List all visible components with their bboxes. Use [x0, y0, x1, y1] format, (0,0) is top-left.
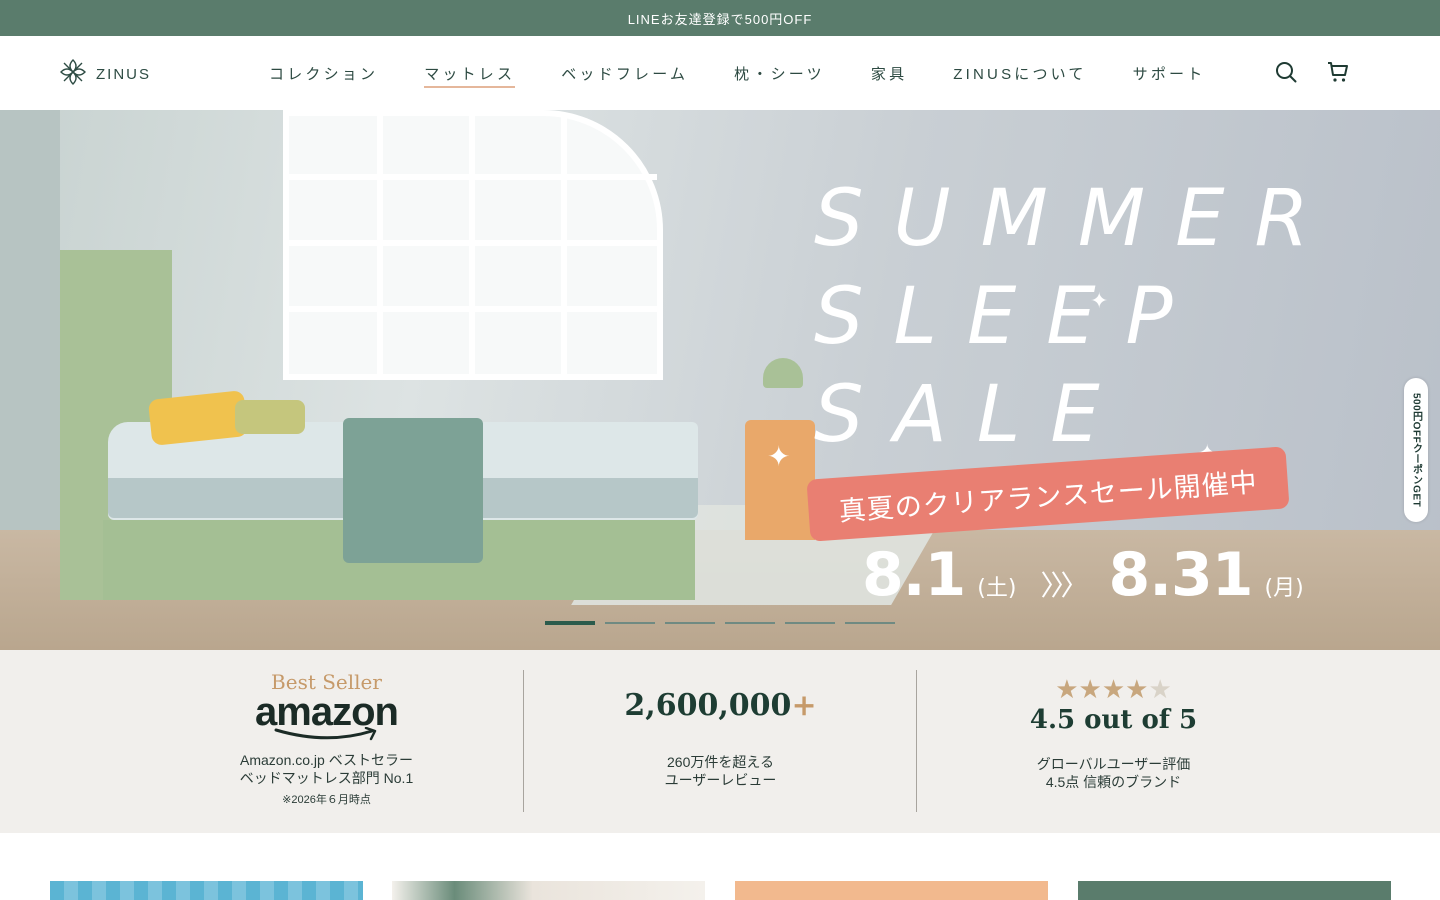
slider-dot-6[interactable]: [845, 622, 895, 624]
nav-item-pillows-sheets[interactable]: 枕・シーツ: [734, 63, 825, 84]
hero-photo-window: [283, 110, 663, 380]
slider-dot-3[interactable]: [665, 622, 715, 624]
nav-item-bed-frame[interactable]: ベッドフレーム: [561, 63, 688, 84]
stat-reviews: 2,600,000+ 260万件を超える ユーザーレビュー: [574, 650, 867, 833]
promo-tile-3[interactable]: [735, 881, 1048, 900]
start-day: (土): [977, 576, 1017, 601]
promo-tile-2[interactable]: [392, 881, 705, 900]
star-icon: ★: [1125, 674, 1149, 704]
logo-text: ZINUS: [96, 66, 151, 83]
rating-label: 4.5 out of 5: [1029, 705, 1198, 735]
hero-title-line-2: SLEEP: [814, 272, 1203, 362]
promo-tiles: [50, 881, 1391, 900]
stats-strip: Best Seller amazon Amazon.co.jp ベストセラー ベ…: [0, 650, 1440, 833]
hero-photo-throw: [343, 418, 483, 563]
sparkle-icon: ✦: [767, 441, 791, 472]
promo-tile-4[interactable]: [1078, 881, 1391, 900]
nav-item-support[interactable]: サポート: [1133, 63, 1206, 84]
header-actions: [1274, 60, 1350, 84]
hero-dates: 8.1 (土) 〉〉〉 8.31 (月): [862, 540, 1304, 610]
half-star-icon: ★: [1148, 674, 1172, 704]
slider-dots: [545, 621, 895, 625]
cart-icon[interactable]: [1326, 60, 1350, 84]
amazon-logo: amazon: [255, 690, 399, 734]
zinus-logo-icon: [58, 56, 88, 93]
star-icon: ★: [1055, 674, 1079, 704]
rating-stars: ★★★★★: [967, 674, 1260, 705]
reviews-line-2: ユーザーレビュー: [664, 772, 777, 788]
nav-item-about[interactable]: ZINUSについて: [953, 63, 1086, 84]
start-date: 8.1: [862, 540, 966, 610]
star-icon: ★: [1078, 674, 1102, 704]
stat-rating: ★★★★★ 4.5 out of 5 グローバルユーザー評価 4.5点 信頼のブ…: [967, 650, 1260, 833]
end-date: 8.31: [1108, 540, 1253, 610]
rating-line-2: 4.5点 信頼のブランド: [1045, 774, 1182, 790]
amazon-line-1: Amazon.co.jp ベストセラー: [240, 752, 413, 768]
logo[interactable]: ZINUS: [58, 56, 151, 93]
review-count-plus: +: [791, 688, 817, 723]
slider-dot-4[interactable]: [725, 622, 775, 624]
stat-divider: [523, 670, 524, 812]
nav-item-mattress[interactable]: マットレス: [424, 63, 516, 88]
promo-tile-1[interactable]: [50, 881, 363, 900]
coupon-side-tab-label: 500円OFFクーポンGET: [1410, 392, 1422, 508]
date-arrow-icon: 〉〉〉: [1040, 570, 1088, 601]
hero-title: SUMMER SLEEP SALE: [814, 170, 1339, 464]
main-nav: コレクション マットレス ベッドフレーム 枕・シーツ 家具 ZINUSについて …: [269, 36, 1251, 110]
stat-amazon: Best Seller amazon Amazon.co.jp ベストセラー ベ…: [180, 650, 473, 833]
hero-photo-pillow-small: [235, 400, 305, 434]
amazon-line-2: ベッドマットレス部門 No.1: [239, 770, 414, 786]
announcement-link[interactable]: LINEお友達登録で500円OFF: [628, 9, 813, 28]
nav-item-furniture[interactable]: 家具: [871, 63, 907, 84]
hero-photo-lamp: [763, 358, 803, 388]
sparkle-icon: ✦: [1090, 288, 1109, 313]
review-count: 2,600,000+: [574, 688, 867, 723]
coupon-side-tab[interactable]: 500円OFFクーポンGET: [1404, 378, 1428, 522]
nav-item-collection[interactable]: コレクション: [269, 63, 378, 84]
slider-dot-2[interactable]: [605, 622, 655, 624]
slider-dot-1[interactable]: [545, 621, 595, 625]
hero-ribbon-text: 真夏のクリアランスセール開催中: [837, 466, 1259, 528]
amazon-note: ※2026年６月時点: [282, 794, 371, 806]
hero-photo-side-table: [745, 420, 815, 540]
site-header: ZINUS コレクション マットレス ベッドフレーム 枕・シーツ 家具 ZINU…: [0, 36, 1440, 110]
end-day: (月): [1264, 576, 1304, 601]
reviews-line-1: 260万件を超える: [667, 754, 774, 770]
announcement-bar: LINEお友達登録で500円OFF: [0, 0, 1440, 36]
hero-photo-wall: [0, 110, 60, 530]
hero-title-line-3: SALE: [814, 370, 1130, 460]
hero-title-line-1: SUMMER: [814, 174, 1339, 264]
review-count-number: 2,600,000: [624, 688, 792, 723]
rating-line-1: グローバルユーザー評価: [1036, 756, 1191, 772]
stat-divider: [916, 670, 917, 812]
star-icon: ★: [1101, 674, 1126, 704]
slider-dot-5[interactable]: [785, 622, 835, 624]
hero-banner[interactable]: SUMMER SLEEP SALE ✦ ✦ ✦ 真夏のクリアランスセール開催中 …: [0, 110, 1440, 650]
search-icon[interactable]: [1274, 60, 1298, 84]
